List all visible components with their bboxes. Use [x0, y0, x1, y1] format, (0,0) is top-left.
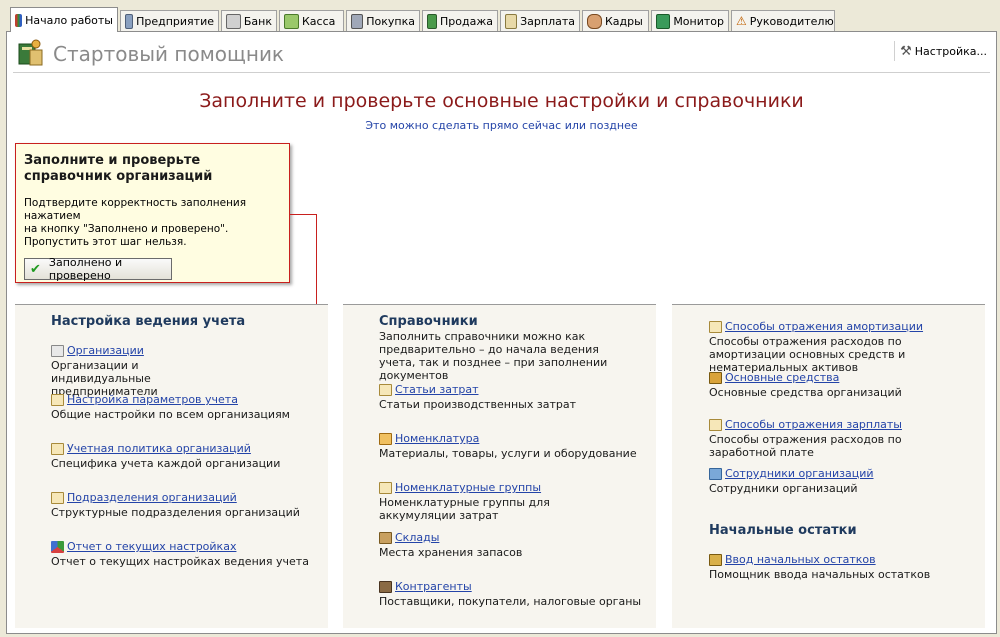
tab-enterprise[interactable]: Предприятие: [120, 10, 219, 31]
main-title: Заполните и проверьте основные настройки…: [199, 90, 804, 112]
list-item: Номенклатурные группы Номенклатурные гру…: [379, 481, 611, 522]
list-item: Склады Места хранения запасов: [379, 531, 659, 559]
settings-button[interactable]: ⚒ Настройка...: [894, 41, 990, 61]
nomenclature-link[interactable]: Номенклатура: [379, 432, 659, 446]
hammer-icon: ⚒: [900, 43, 912, 59]
list-item: Настройка параметров учета Общие настрой…: [51, 393, 331, 421]
list-item: Номенклатура Материалы, товары, услуги и…: [379, 432, 659, 460]
hint-popup: Заполните и проверьте справочник организ…: [15, 143, 290, 283]
monitor-icon: [656, 13, 671, 29]
accounting-params-link[interactable]: Настройка параметров учета: [51, 393, 331, 407]
main-subtitle: Это можно сделать прямо сейчас или поздн…: [365, 119, 638, 132]
nomenclature-icon: [379, 433, 392, 445]
tab-sale[interactable]: Продажа: [422, 10, 498, 31]
list-item: Отчет о текущих настройках Отчет о текущ…: [51, 540, 331, 568]
enterprise-icon: [125, 13, 134, 29]
report-icon: [51, 541, 64, 553]
cost-items-link[interactable]: Статьи затрат: [379, 383, 659, 397]
assistant-icon: [18, 39, 43, 66]
nomenclature-groups-link[interactable]: Номенклатурные группы: [379, 481, 611, 495]
document-icon: [709, 419, 722, 431]
page-title: Стартовый помощник: [53, 42, 285, 66]
tab-bar: Начало работы Предприятие Банк Касса Пок…: [0, 0, 1000, 32]
start-assistant-panel: Стартовый помощник ⚒ Настройка... Заполн…: [6, 31, 997, 634]
header-divider: [13, 72, 990, 73]
departments-link[interactable]: Подразделения организаций: [51, 491, 331, 505]
document-icon: [51, 492, 64, 504]
list-item: Основные средства Основные средства орга…: [709, 371, 989, 399]
popup-title: Заполните и проверьте справочник организ…: [24, 153, 213, 184]
cash-icon: [284, 13, 299, 29]
checkmark-icon: ✔: [30, 261, 41, 277]
list-item: Сотрудники организаций Сотрудники органи…: [709, 467, 989, 495]
list-item: Ввод начальных остатков Помощник ввода н…: [709, 553, 989, 581]
employee-icon: [709, 468, 722, 480]
opening-balances-heading: Начальные остатки: [709, 523, 857, 538]
balances-icon: [709, 554, 722, 566]
tab-monitor[interactable]: Монитор: [651, 10, 729, 31]
warning-icon: ⚠: [736, 13, 747, 28]
accounting-setup-heading: Настройка ведения учета: [51, 314, 246, 329]
tab-purchase[interactable]: Покупка: [346, 10, 420, 31]
start-icon: [15, 13, 23, 27]
settings-report-link[interactable]: Отчет о текущих настройках: [51, 540, 331, 554]
list-item: Статьи затрат Статьи производственных за…: [379, 383, 659, 411]
purchase-icon: [351, 13, 364, 29]
directories-intro: Заполнить справочники можно как предвари…: [379, 330, 608, 382]
list-item: Учетная политика организаций Специфика у…: [51, 442, 331, 470]
staff-icon: [587, 13, 602, 29]
bank-icon: [226, 13, 241, 29]
counterparties-link[interactable]: Контрагенты: [379, 580, 659, 594]
fixed-assets-link[interactable]: Основные средства: [709, 371, 989, 385]
filled-and-checked-button[interactable]: ✔ Заполнено и проверено: [24, 256, 172, 282]
list-item: Контрагенты Поставщики, покупатели, нало…: [379, 580, 659, 608]
list-item: Способы отражения амортизации Способы от…: [709, 320, 969, 374]
salary-methods-link[interactable]: Способы отражения зарплаты: [709, 418, 954, 432]
organizations-link[interactable]: Организации: [51, 344, 331, 358]
warehouses-link[interactable]: Склады: [379, 531, 659, 545]
accounting-policy-link[interactable]: Учетная политика организаций: [51, 442, 331, 456]
warehouse-icon: [379, 532, 392, 544]
briefcase-icon: [379, 581, 392, 593]
document-icon: [51, 394, 64, 406]
document-icon: [709, 321, 722, 333]
truck-icon: [709, 372, 722, 384]
tab-start[interactable]: Начало работы: [10, 7, 118, 32]
sale-icon: [427, 13, 438, 29]
list-item: Организации Организации и индивидуальные…: [51, 344, 331, 398]
tab-bank[interactable]: Банк: [221, 10, 277, 31]
directories-heading: Справочники: [379, 314, 478, 329]
list-item: Способы отражения зарплаты Способы отраж…: [709, 418, 954, 459]
opening-balances-link[interactable]: Ввод начальных остатков: [709, 553, 989, 567]
clipboard-icon: [51, 345, 64, 357]
document-icon: [51, 443, 64, 455]
document-icon: [379, 384, 392, 396]
tab-staff[interactable]: Кадры: [582, 10, 649, 31]
salary-icon: [505, 13, 518, 29]
tab-cash[interactable]: Касса: [279, 10, 344, 31]
list-item: Подразделения организаций Структурные по…: [51, 491, 331, 519]
tab-salary[interactable]: Зарплата: [500, 10, 580, 31]
employees-link[interactable]: Сотрудники организаций: [709, 467, 989, 481]
callout-line: [290, 214, 317, 215]
tab-manager[interactable]: ⚠ Руководителю: [731, 10, 835, 31]
popup-text: Подтвердите корректность заполнения нажа…: [24, 197, 247, 248]
depreciation-methods-link[interactable]: Способы отражения амортизации: [709, 320, 969, 334]
document-icon: [379, 482, 392, 494]
